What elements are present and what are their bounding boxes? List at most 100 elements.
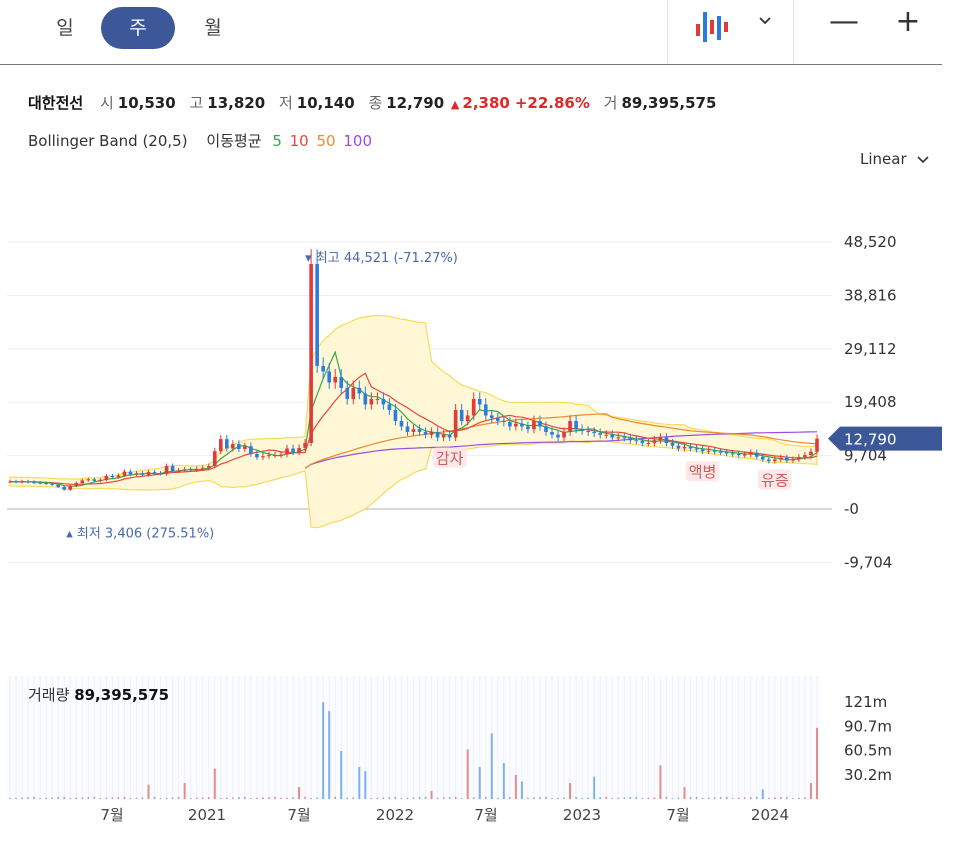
candle-body <box>321 365 325 372</box>
candle-body <box>556 434 560 438</box>
candle-body <box>604 434 609 436</box>
volume-bar <box>346 797 349 799</box>
candle-body <box>134 473 139 475</box>
candle-body <box>110 475 115 478</box>
zoom-out-button[interactable]: — <box>829 4 859 39</box>
bollinger-label: Bollinger Band (20,5) <box>28 132 188 150</box>
candle-body <box>237 444 241 450</box>
volume-bar <box>358 767 361 799</box>
volume-bar <box>539 797 541 799</box>
volume-bar <box>809 783 812 799</box>
candle-body <box>345 387 350 399</box>
volume-bar <box>737 797 740 799</box>
indicator-legend[interactable]: Bollinger Band (20,5) 이동평균 5 10 50 100 <box>28 130 375 151</box>
volume-bar <box>798 797 800 799</box>
zoom-in-button[interactable]: + <box>893 4 923 39</box>
candle-body <box>44 483 48 485</box>
volume-legend-value: 89,395,575 <box>74 686 170 704</box>
candle-body <box>351 387 356 399</box>
volume-bar <box>382 797 385 799</box>
volume-bar <box>665 796 668 799</box>
volume-bar <box>749 797 752 799</box>
x-tick-label: 2022 <box>376 806 414 824</box>
candle-body <box>315 264 319 366</box>
volume-bar <box>195 797 198 799</box>
candle-body <box>718 451 723 453</box>
volume-bar <box>611 798 614 799</box>
volume-bar <box>497 797 499 799</box>
volume-bar <box>430 791 433 799</box>
period-tab-day[interactable]: 일 <box>28 7 102 49</box>
volume-bar <box>99 798 102 799</box>
volume-bar <box>695 796 698 799</box>
volume-bar <box>575 796 577 799</box>
volume-bar <box>502 763 505 799</box>
low-label: 저 <box>278 94 293 112</box>
volume-bar <box>244 796 246 799</box>
chevron-down-icon[interactable] <box>758 14 772 30</box>
ma-5-label: 5 <box>272 132 282 150</box>
stock-name: 대한전선 <box>28 94 84 112</box>
volume-bar <box>701 798 704 799</box>
volume-bar <box>683 787 686 799</box>
candle-body <box>489 415 494 419</box>
change-arrow-icon: ▲ <box>450 98 460 111</box>
x-tick-label: 2021 <box>188 806 226 824</box>
candle-body <box>785 457 789 461</box>
candle-body <box>736 453 741 456</box>
volume-bar <box>280 798 282 799</box>
volume-bar <box>629 797 632 799</box>
candle-body <box>514 423 518 427</box>
candle-body <box>682 446 687 449</box>
period-tab-month[interactable]: 월 <box>176 7 250 49</box>
candle-body <box>170 466 175 472</box>
volume-bar <box>605 796 608 799</box>
volume-tick-label: 90.7m <box>844 717 892 735</box>
volume-bar <box>412 797 415 799</box>
price-chart[interactable]: 48,52038,81629,11219,4089,704-0-9,704▾ 최… <box>0 170 956 670</box>
volume-bar <box>93 796 96 799</box>
volume-bar <box>774 797 776 799</box>
volume-tick-label: 60.5m <box>844 742 892 760</box>
volume-bar <box>394 796 397 799</box>
volume-bar <box>268 797 270 799</box>
volume-bar <box>587 797 589 799</box>
volume-bar <box>792 798 794 799</box>
volume-bar <box>713 797 716 799</box>
volume-bar <box>213 768 216 799</box>
scale-selector[interactable]: Linear <box>860 150 929 168</box>
candle-body <box>387 404 392 410</box>
volume-bar <box>159 798 162 799</box>
candle-body <box>255 453 259 458</box>
candle-body <box>694 448 699 450</box>
candle-body <box>809 451 813 456</box>
candle-body <box>435 431 440 438</box>
volume-bar <box>232 797 234 799</box>
candle-body <box>333 376 338 383</box>
bollinger-band <box>9 314 818 529</box>
candle-body <box>676 445 681 449</box>
candle-body <box>550 431 554 435</box>
candle-body <box>375 398 380 400</box>
candle-body <box>50 483 54 485</box>
candle-body <box>188 469 193 471</box>
volume-bar <box>418 797 421 799</box>
volume-bar <box>262 797 264 799</box>
candlestick-icon[interactable] <box>694 10 730 44</box>
volume-bar <box>478 767 481 799</box>
candle-body <box>423 431 428 435</box>
volume-bar <box>490 733 493 799</box>
y-tick-label: 38,816 <box>844 286 897 304</box>
toolbar-divider <box>793 0 794 64</box>
volume-bar <box>581 798 583 799</box>
period-tab-week[interactable]: 주 <box>101 7 175 49</box>
volume-bar <box>316 797 318 799</box>
high-label: 고 <box>189 94 204 112</box>
volume-bar <box>105 797 108 799</box>
candle-body <box>815 438 819 452</box>
candle-body <box>104 475 109 480</box>
candle-body <box>459 409 464 421</box>
volume-bar <box>183 783 186 799</box>
candle-body <box>20 481 24 483</box>
candle-body <box>225 439 229 449</box>
